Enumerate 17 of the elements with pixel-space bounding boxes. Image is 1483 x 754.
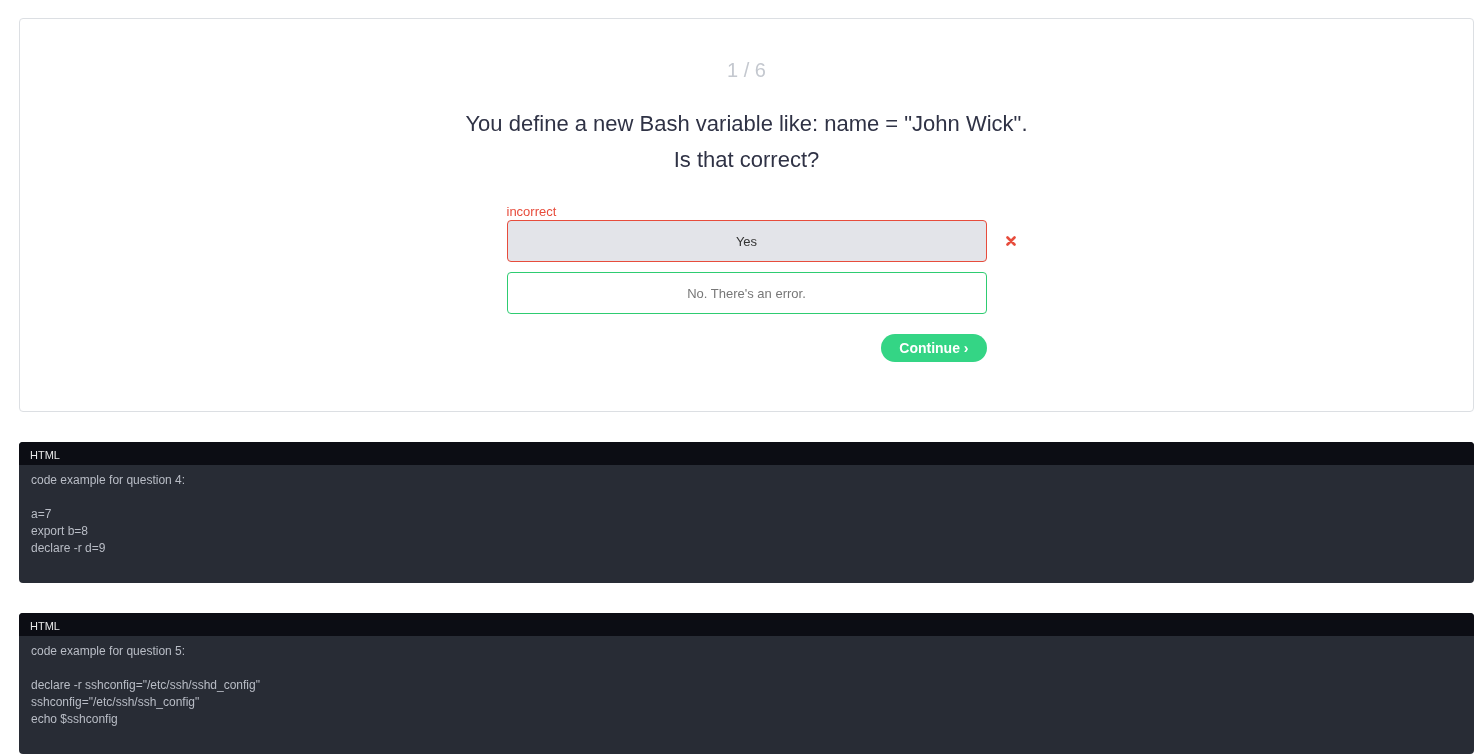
question-text: Is that correct? (673, 146, 820, 174)
code-line: sshconfig="/etc/ssh/ssh_config" (31, 694, 201, 711)
code-line: a=7 (31, 506, 53, 523)
code-line: declare -r sshconfig="/etc/ssh/sshd_config" (31, 677, 261, 694)
code-language-label: HTML (19, 442, 1474, 465)
code-line: code example for question 5: (31, 643, 187, 660)
feedback-label: incorrect (506, 204, 557, 219)
code-line: declare -r d=9 (31, 540, 107, 557)
code-line: export b=8 (31, 523, 90, 540)
code-line: echo $sshconfig (31, 711, 119, 728)
answer-option[interactable]: No. There's an error. (506, 272, 987, 314)
question-counter: 1 / 6 (727, 58, 766, 82)
question-text: You define a new Bash variable like: name = "John Wick". (465, 110, 1028, 138)
code-line: code example for question 4: (31, 472, 187, 489)
close-icon (1005, 236, 1016, 246)
code-language-label: HTML (19, 613, 1474, 636)
answer-option[interactable]: Yes (506, 220, 987, 262)
